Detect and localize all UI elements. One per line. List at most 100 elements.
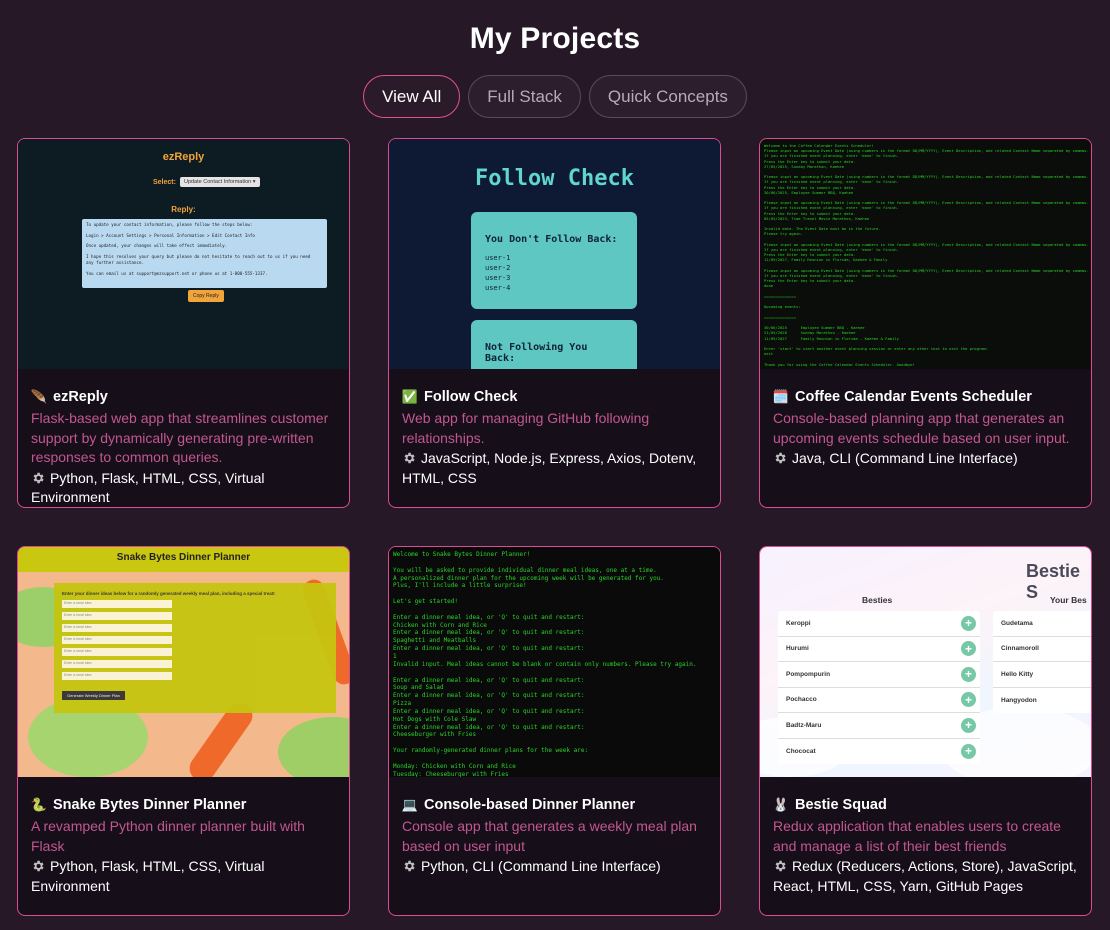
project-tech-text: Python, CLI (Command Line Interface) <box>421 858 661 874</box>
project-tech-text: Python, Flask, HTML, CSS, Virtual Enviro… <box>31 858 265 894</box>
preview-col-yours: Your Bes <box>1050 595 1087 605</box>
preview-meal-input: Enter a meal idea <box>62 600 172 608</box>
plus-icon: + <box>961 666 976 682</box>
project-tech-text: Redux (Reducers, Actions, Store), JavaSc… <box>773 858 1077 894</box>
project-title: 🐰 Bestie Squad <box>773 797 1081 813</box>
project-tech-stack: Python, Flask, HTML, CSS, Virtual Enviro… <box>31 857 339 896</box>
preview-console-output: Welcome to the Coffee Calendar Events Sc… <box>764 143 1089 367</box>
preview-yours-list: Gudetama Cinnamoroll Hello Kitty Hangyod… <box>993 611 1091 713</box>
preview-reply-label: Reply: <box>171 205 196 214</box>
preview-reply-line: You can email us at support@ezsupport.ne… <box>86 270 268 276</box>
preview-user: user-3 <box>485 274 511 282</box>
project-card-body: 💻 Console-based Dinner Planner Console a… <box>402 797 710 877</box>
filter-quick-concepts-button[interactable]: Quick Concepts <box>588 75 747 118</box>
preview-bestie-name: Hurumi <box>786 645 809 653</box>
project-tech-stack: Python, Flask, HTML, CSS, Virtual Enviro… <box>31 469 339 508</box>
project-preview-image: ezReply Select: Update Contact Informati… <box>18 139 349 369</box>
preview-bestie-name: Badtz-Maru <box>786 721 822 729</box>
preview-yours-row: Gudetama <box>993 611 1091 637</box>
preview-app-title: ezReply <box>162 151 205 163</box>
project-card-follow-check[interactable]: Follow Check You Don't Follow Back: user… <box>388 138 721 508</box>
preview-app-title: Snake Bytes Dinner Planner <box>116 552 251 563</box>
gear-icon <box>33 472 44 483</box>
preview-bestie-name: Chococat <box>786 747 816 755</box>
project-card-console-dinner[interactable]: Welcome to Snake Bytes Dinner Planner! Y… <box>388 546 721 916</box>
project-preview-image: Welcome to the Coffee Calendar Events Sc… <box>760 139 1091 369</box>
plus-icon: + <box>961 615 976 631</box>
project-description: A revamped Python dinner planner built w… <box>31 818 305 854</box>
project-card-body: 🐍 Snake Bytes Dinner Planner A revamped … <box>31 797 339 896</box>
preview-yours-row: Hello Kitty <box>993 662 1091 688</box>
preview-meal-input: Enter a meal idea <box>62 672 172 680</box>
project-tech-stack: Redux (Reducers, Actions, Store), JavaSc… <box>773 857 1081 896</box>
preview-user: user-1 <box>485 254 511 262</box>
calendar-icon: 🗓️ <box>772 389 790 404</box>
preview-bestie-row: Pochacco + <box>778 688 980 713</box>
project-card-body: 🗓️ Coffee Calendar Events Scheduler Cons… <box>773 389 1081 469</box>
project-description: Console app that generates a weekly meal… <box>402 818 697 854</box>
project-card-body: 🪶 ezReply Flask-based web app that strea… <box>30 389 339 508</box>
plus-icon: + <box>961 641 976 657</box>
project-tech-stack: Java, CLI (Command Line Interface) <box>773 449 1081 469</box>
gear-icon <box>775 452 786 464</box>
preview-yours-row: Hangyodon <box>993 688 1091 714</box>
preview-user: user-2 <box>485 264 511 272</box>
project-title-text: Bestie Squad <box>795 797 887 813</box>
preview-select-row: Select: Update Contact Information ▾ <box>153 177 260 187</box>
preview-bestie-row: Pompompurin + <box>778 662 980 688</box>
project-card-coffee-calendar[interactable]: Welcome to the Coffee Calendar Events Sc… <box>759 138 1092 508</box>
preview-box-title: Not Following You Back: <box>485 342 588 364</box>
gear-icon <box>33 860 44 872</box>
preview-console-output: Welcome to Snake Bytes Dinner Planner! Y… <box>393 551 697 777</box>
filter-full-stack-button[interactable]: Full Stack <box>468 75 581 118</box>
project-preview-image: Follow Check You Don't Follow Back: user… <box>389 139 720 369</box>
preview-select-box: Update Contact Information ▾ <box>179 177 260 187</box>
preview-meal-input: Enter a meal idea <box>62 636 172 644</box>
preview-meal-input: Enter a meal idea <box>62 612 172 620</box>
project-card-body: ✅ Follow Check Web app for managing GitH… <box>402 389 710 488</box>
project-tech-text: JavaScript, Node.js, Express, Axios, Dot… <box>402 450 697 486</box>
preview-yours-row: Cinnamoroll <box>993 637 1091 662</box>
preview-generate-button: Generate Weekly Dinner Plan <box>62 691 125 700</box>
preview-select-value: Update Contact Information <box>183 179 252 185</box>
project-title-text: Coffee Calendar Events Scheduler <box>795 389 1032 405</box>
page-title: My Projects <box>469 22 641 55</box>
plus-icon: + <box>961 743 976 759</box>
project-title-text: Follow Check <box>424 389 518 405</box>
preview-yours-name: Cinnamoroll <box>1001 645 1039 653</box>
preview-bestie-name: Pompompurin <box>786 670 831 678</box>
project-title: 💻 Console-based Dinner Planner <box>402 797 710 813</box>
gear-icon <box>404 452 415 464</box>
project-card-bestie-squad[interactable]: Bestie S Besties Your Bes Keroppi + Hurum… <box>759 546 1092 916</box>
preview-bestie-row: Hurumi + <box>778 637 980 662</box>
feather-icon: 🪶 <box>30 389 48 404</box>
project-preview-image: Welcome to Snake Bytes Dinner Planner! Y… <box>389 547 720 777</box>
filter-view-all-button[interactable]: View All <box>363 75 461 118</box>
project-description: Flask-based web app that streamlines cus… <box>31 410 329 465</box>
preview-box-title: You Don't Follow Back: <box>485 234 618 245</box>
lettuce-shape <box>278 717 349 777</box>
preview-meal-input: Enter a meal idea <box>62 624 172 632</box>
preview-bestie-row: Badtz-Maru + <box>778 713 980 739</box>
project-title: ✅ Follow Check <box>402 389 710 405</box>
project-tech-stack: JavaScript, Node.js, Express, Axios, Dot… <box>402 449 710 488</box>
rabbit-icon: 🐰 <box>772 797 790 812</box>
preview-form-panel: Enter your dinner ideas below for a rand… <box>54 583 336 713</box>
preview-bestie-row: Chococat + <box>778 739 980 765</box>
snake-icon: 🐍 <box>30 797 48 812</box>
project-tech-stack: Python, CLI (Command Line Interface) <box>402 857 710 877</box>
gear-icon <box>775 860 786 872</box>
project-card-snake-bytes[interactable]: Snake Bytes Dinner Planner Enter your di… <box>17 546 350 916</box>
project-preview-image: Snake Bytes Dinner Planner Enter your di… <box>18 547 349 777</box>
project-title-text: Console-based Dinner Planner <box>424 797 636 813</box>
project-description: Console-based planning app that generate… <box>773 410 1070 446</box>
project-title: 🐍 Snake Bytes Dinner Planner <box>31 797 339 813</box>
preview-meal-input: Enter a meal idea <box>62 660 172 668</box>
project-tech-text: Java, CLI (Command Line Interface) <box>792 450 1018 466</box>
preview-copy-button: Copy Reply <box>188 290 224 302</box>
project-description: Redux application that enables users to … <box>773 818 1061 854</box>
preview-not-following-back-box: Not Following You Back: user-10 <box>471 320 637 369</box>
preview-app-title: Follow Check <box>475 166 634 191</box>
project-card-body: 🐰 Bestie Squad Redux application that en… <box>773 797 1081 896</box>
project-card-ezreply[interactable]: ezReply Select: Update Contact Informati… <box>17 138 350 508</box>
